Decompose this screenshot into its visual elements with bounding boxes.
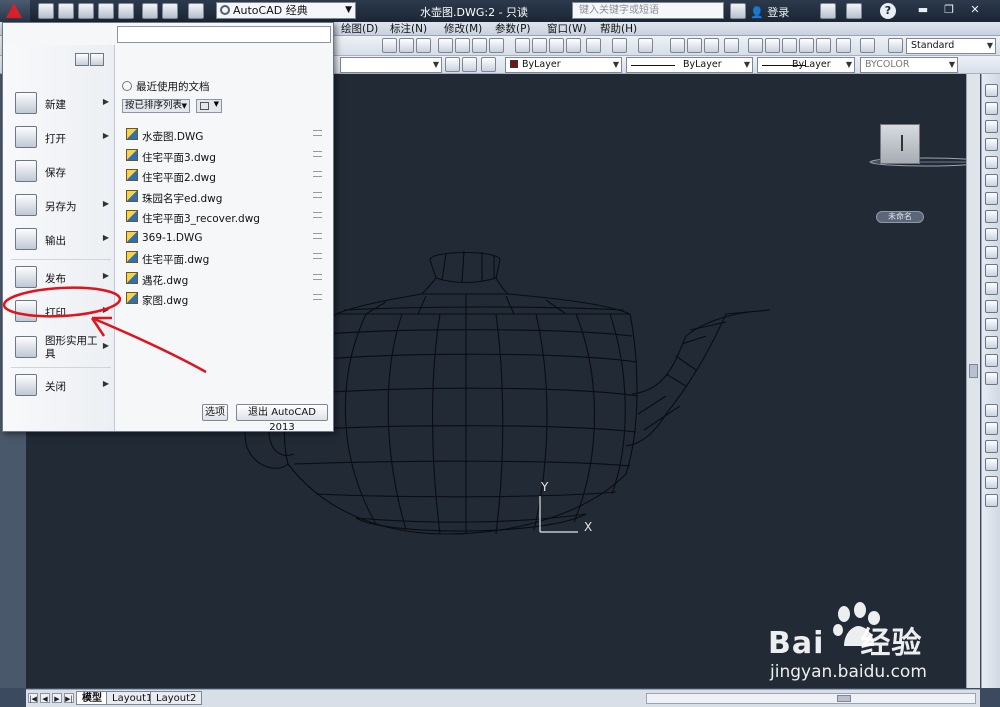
watermark-brand: Bai 经验 <box>768 618 922 662</box>
watermark-url: jingyan.baidu.com <box>770 662 927 682</box>
annotation-circle <box>2 286 122 318</box>
watermark-brand-cn: 经验 <box>860 626 923 661</box>
annotation-arrow-head <box>90 316 112 337</box>
annotation-arrow-line <box>91 316 207 374</box>
red-annotation <box>2 286 207 374</box>
watermark-brand-text: Bai <box>768 626 825 661</box>
